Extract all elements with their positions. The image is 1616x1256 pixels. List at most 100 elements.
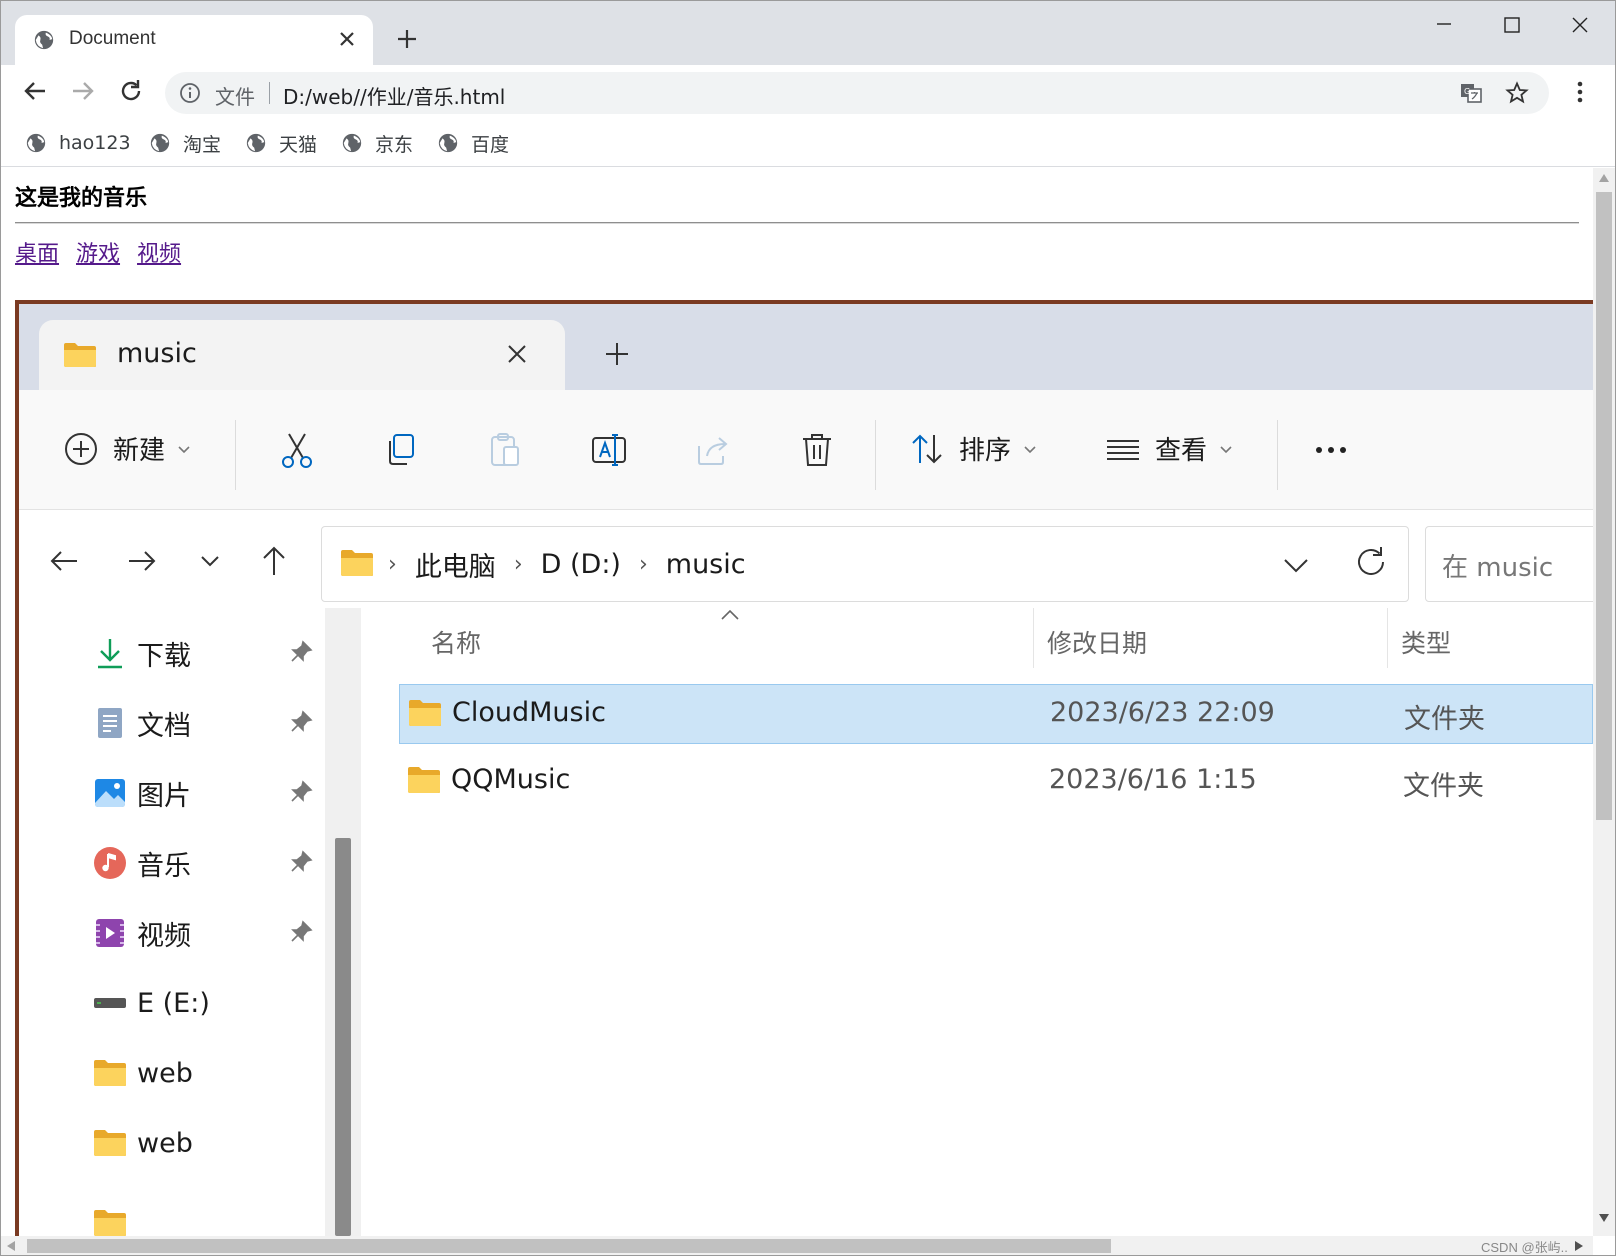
maximize-icon[interactable] [1489, 11, 1535, 41]
pictures-icon [95, 779, 125, 807]
nav-item-documents: 文档 [93, 698, 323, 748]
back-icon[interactable] [21, 77, 49, 105]
link-videos[interactable]: 视频 [137, 242, 181, 267]
divider [1277, 420, 1278, 490]
close-icon [508, 345, 526, 363]
scroll-right-arrow-icon[interactable] [1575, 1241, 1583, 1251]
link-desktop[interactable]: 桌面 [15, 242, 59, 267]
file-date: 2023/6/16 1:15 [1049, 764, 1257, 795]
bookmark-star-icon[interactable] [1505, 81, 1529, 105]
pin-icon [291, 920, 313, 942]
file-type: 文件夹 [1403, 771, 1484, 802]
explorer-search-box: 在 music [1425, 526, 1593, 602]
page-vertical-scrollbar[interactable] [1593, 168, 1615, 1236]
folder-icon [64, 343, 96, 367]
nav-item-label: 文档 [137, 710, 191, 742]
watermark: CSDN @张屿.. [1481, 1240, 1568, 1255]
reload-icon[interactable] [117, 77, 145, 105]
bookmark-taobao[interactable]: 淘宝 [149, 129, 221, 157]
page-vertical-scroll-thumb[interactable] [1596, 192, 1612, 820]
globe-icon [342, 133, 362, 153]
page-horizontal-scroll-thumb[interactable] [27, 1239, 1111, 1253]
bookmark-baidu[interactable]: 百度 [437, 129, 509, 157]
nav-item-drive-e: E (E:) [93, 978, 323, 1028]
pin-icon [291, 640, 313, 662]
browser-tabstrip: Document [1, 1, 1615, 65]
view-list-icon [1107, 439, 1139, 460]
breadcrumb-separator: › [388, 552, 397, 577]
divider [875, 420, 876, 490]
address-bar[interactable]: 文件 D:/web//作业/音乐.html G [165, 72, 1549, 114]
bookmark-tmall[interactable]: 天猫 [245, 129, 317, 157]
globe-icon [246, 133, 266, 153]
breadcrumb-item: D (D:) [540, 549, 621, 580]
page-horizontal-scrollbar[interactable] [1, 1236, 1593, 1255]
up-icon [263, 546, 285, 575]
nav-item-label: web [137, 1127, 193, 1159]
page-heading: 这是我的音乐 [15, 186, 148, 211]
file-type: 文件夹 [1404, 704, 1485, 735]
explorer-tabbar: music [19, 304, 1593, 392]
music-icon [94, 847, 126, 879]
view-command: 查看 [1105, 430, 1233, 467]
cut-icon [282, 433, 312, 468]
sort-icon [912, 434, 942, 463]
bookmark-label: 天猫 [279, 133, 318, 156]
nav-item-partial [93, 1198, 323, 1236]
nav-item-web: web [93, 1118, 323, 1168]
pin-icon [291, 780, 313, 802]
forward-icon [129, 551, 156, 571]
url-text[interactable]: D:/web//作业/音乐.html [283, 81, 505, 110]
breadcrumb-separator: › [513, 552, 523, 577]
nav-item-label: web [137, 1057, 193, 1089]
share-icon [698, 437, 728, 465]
chevron-down-icon [178, 445, 190, 453]
rename-icon [592, 434, 626, 466]
explorer-address-row: › 此电脑 › D (D:) › music 在 music [19, 510, 1593, 608]
scroll-up-arrow-icon[interactable] [1599, 174, 1609, 182]
folder-icon [341, 550, 373, 576]
translate-icon[interactable]: G [1459, 81, 1483, 105]
tab-title: Document [69, 28, 156, 49]
delete-icon [803, 434, 831, 466]
close-tab-icon[interactable] [335, 27, 359, 51]
forward-icon[interactable] [69, 77, 97, 105]
browser-tab[interactable]: Document [15, 15, 373, 65]
column-divider [1387, 608, 1388, 668]
nav-item-pictures: 图片 [93, 768, 323, 818]
browser-menu-icon[interactable] [1567, 79, 1593, 105]
nav-pane-scroll-thumb [335, 838, 351, 1236]
new-label: 新建 [113, 436, 166, 466]
link-games[interactable]: 游戏 [76, 242, 120, 267]
breadcrumb-item: 此电脑 [414, 552, 496, 583]
sort-command: 排序 [909, 430, 1037, 467]
scroll-down-arrow-icon[interactable] [1599, 1214, 1609, 1222]
breadcrumb: › 此电脑 › D (D:) › music [388, 545, 746, 584]
sort-label: 排序 [959, 436, 1012, 466]
nav-item-label: 音乐 [137, 850, 191, 882]
bookmark-label: 百度 [471, 133, 510, 156]
browser-window: Document 文件 D:/web//作业/音乐.html G hao123 … [0, 0, 1616, 1256]
bookmark-jd[interactable]: 京东 [341, 129, 413, 157]
add-circle-icon [65, 432, 97, 465]
explorer-command-bar: 新建 排序 查看 [19, 390, 1593, 510]
view-label: 查看 [1155, 436, 1208, 466]
file-row-cloudmusic: CloudMusic 2023/6/23 22:09 文件夹 [399, 684, 1593, 744]
minimize-icon[interactable] [1421, 11, 1467, 41]
plus-icon [606, 343, 628, 365]
bookmarks-bar: hao123 淘宝 天猫 京东 百度 [1, 119, 1615, 167]
bookmark-label: hao123 [59, 132, 131, 154]
close-window-icon[interactable] [1557, 11, 1603, 41]
column-divider [1033, 608, 1034, 668]
new-command: 新建 [63, 430, 191, 467]
search-placeholder: 在 music [1442, 553, 1554, 583]
scroll-left-arrow-icon[interactable] [7, 1241, 15, 1251]
nav-item-label: 视频 [137, 920, 191, 952]
info-icon[interactable] [179, 82, 201, 104]
globe-icon [26, 133, 46, 153]
nav-item-label: E (E:) [137, 987, 210, 1019]
bookmark-hao123[interactable]: hao123 [25, 129, 131, 157]
url-scheme: 文件 [215, 85, 255, 109]
new-tab-icon[interactable] [395, 27, 419, 51]
pin-icon [291, 850, 313, 872]
